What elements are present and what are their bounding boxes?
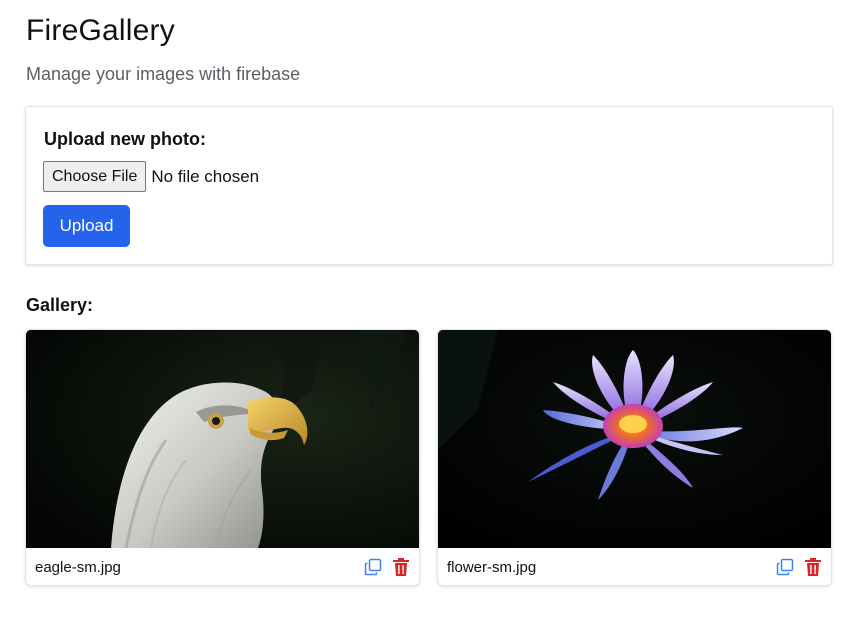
card-footer: eagle-sm.jpg xyxy=(26,548,419,585)
card-filename: flower-sm.jpg xyxy=(447,559,537,576)
app-title: FireGallery xyxy=(26,14,175,47)
app-subtitle: Manage your images with firebase xyxy=(26,64,301,84)
flower-image[interactable] xyxy=(438,330,832,548)
choose-file-button[interactable]: Choose File xyxy=(43,161,147,192)
eagle-image[interactable] xyxy=(26,330,420,548)
trash-icon[interactable] xyxy=(804,557,822,577)
upload-card: Upload new photo: Choose File No file ch… xyxy=(25,106,833,265)
upload-label: Upload new photo: xyxy=(44,129,206,149)
gallery-card: eagle-sm.jpg xyxy=(25,329,420,586)
card-filename: eagle-sm.jpg xyxy=(35,559,121,576)
file-input[interactable]: Choose File No file chosen xyxy=(43,161,259,192)
card-footer: flower-sm.jpg xyxy=(438,548,831,585)
copy-icon[interactable] xyxy=(363,557,383,577)
gallery-heading: Gallery: xyxy=(26,295,94,315)
gallery-card: flower-sm.jpg xyxy=(437,329,832,586)
trash-icon[interactable] xyxy=(392,557,410,577)
upload-button[interactable]: Upload xyxy=(43,205,130,247)
copy-icon[interactable] xyxy=(775,557,795,577)
file-status: No file chosen xyxy=(151,166,260,186)
